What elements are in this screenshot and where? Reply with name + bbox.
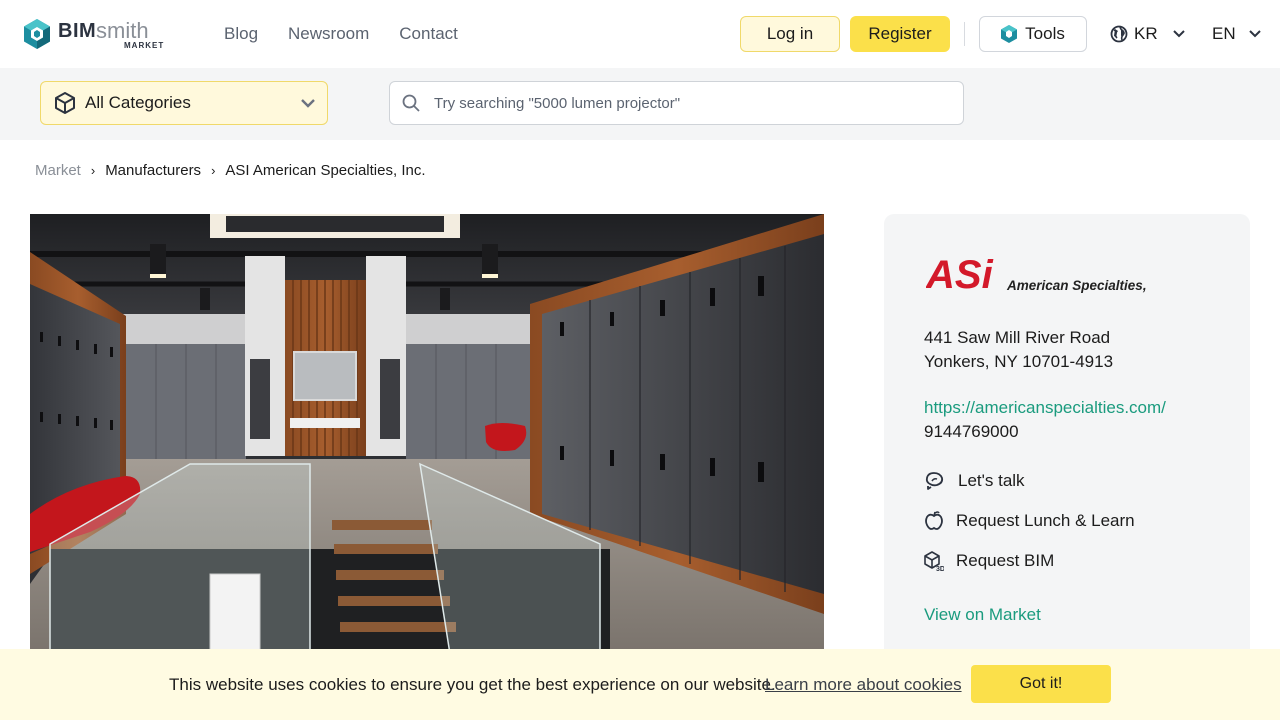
search-box[interactable]	[389, 81, 964, 125]
cube-icon	[55, 92, 75, 114]
asi-logo: ASi American Specialties, Inc.	[925, 253, 1174, 299]
phone-number[interactable]: 9144769000	[924, 422, 1019, 442]
manufacturer-card: ASi American Specialties, Inc. 441 Saw M…	[884, 214, 1250, 674]
manufacturer-hero-image	[30, 214, 824, 654]
address-line-1: 441 Saw Mill River Road	[924, 328, 1111, 347]
globe-icon	[1110, 25, 1128, 43]
country-label: KR	[1134, 24, 1158, 43]
bim-3d-icon: 3D	[924, 551, 944, 572]
breadcrumb-separator-icon: ›	[90, 163, 96, 178]
website-link[interactable]: https://americanspecialties.com/	[924, 398, 1166, 418]
site-header: BIM smith MARKET Blog Newsroom Contact L…	[0, 0, 1280, 68]
request-lunch-learn-button[interactable]: Request Lunch & Learn	[924, 510, 1135, 532]
search-icon	[402, 94, 420, 112]
breadcrumb-current: ASI American Specialties, Inc.	[225, 162, 426, 179]
apple-icon	[925, 511, 943, 530]
cookie-accept-button[interactable]: Got it!	[971, 665, 1111, 703]
cookie-learn-more-link[interactable]: Learn more about cookies	[765, 675, 962, 695]
breadcrumb-manufacturers[interactable]: Manufacturers	[105, 162, 201, 179]
language-selector[interactable]: EN	[1212, 24, 1262, 44]
chevron-down-icon	[1248, 30, 1261, 38]
country-selector[interactable]: KR	[1110, 24, 1186, 44]
breadcrumb-separator-icon: ›	[211, 163, 216, 178]
register-button[interactable]: Register	[850, 16, 950, 52]
view-on-market-link[interactable]: View on Market	[924, 605, 1041, 625]
tools-icon	[1001, 25, 1018, 43]
address-line-2: Yonkers, NY 10701-4913	[924, 352, 1114, 371]
lets-talk-label: Let's talk	[958, 471, 1025, 490]
nav-contact[interactable]: Contact	[399, 24, 458, 44]
manufacturer-address: 441 Saw Mill River Road Yonkers, NY 1070…	[924, 326, 1113, 374]
breadcrumb: Market › Manufacturers › ASI American Sp…	[35, 162, 426, 179]
header-divider	[964, 22, 965, 46]
chevron-down-icon	[1172, 30, 1185, 38]
svg-text:3D: 3D	[936, 566, 944, 572]
logo-market: MARKET	[124, 41, 165, 50]
login-button[interactable]: Log in	[740, 16, 840, 52]
nav-blog[interactable]: Blog	[224, 24, 258, 44]
chat-icon	[925, 472, 944, 490]
nav-newsroom[interactable]: Newsroom	[288, 24, 369, 44]
search-band: All Categories	[0, 68, 1280, 140]
request-bim-label: Request BIM	[956, 551, 1055, 570]
bimsmith-logo-icon	[24, 19, 50, 49]
asi-logo-name: American Specialties, Inc.	[1006, 278, 1150, 293]
asi-logo-mark: ASi	[926, 254, 994, 294]
language-label: EN	[1212, 24, 1236, 43]
asi-logo-graphic: ASi American Specialties, Inc.	[925, 253, 1174, 297]
breadcrumb-market[interactable]: Market	[35, 162, 81, 179]
locker-room-illustration	[30, 214, 824, 654]
tools-button[interactable]: Tools	[979, 16, 1087, 52]
request-lunch-learn-label: Request Lunch & Learn	[956, 511, 1135, 530]
bimsmith-logo[interactable]: BIM smith MARKET	[24, 17, 174, 51]
lets-talk-button[interactable]: Let's talk	[924, 470, 1025, 492]
main-nav: Blog Newsroom Contact	[224, 24, 458, 44]
chevron-down-icon	[301, 99, 315, 108]
logo-bim: BIM	[58, 20, 97, 42]
search-input[interactable]	[434, 94, 934, 112]
request-bim-button[interactable]: 3D Request BIM	[924, 550, 1054, 572]
cookie-message: This website uses cookies to ensure you …	[169, 675, 776, 694]
logo-wordmark: BIM smith MARKET	[58, 17, 174, 51]
category-select-label: All Categories	[85, 93, 191, 112]
tools-label: Tools	[1025, 24, 1065, 43]
category-select[interactable]: All Categories	[40, 81, 328, 125]
cookie-banner: This website uses cookies to ensure you …	[0, 649, 1280, 720]
